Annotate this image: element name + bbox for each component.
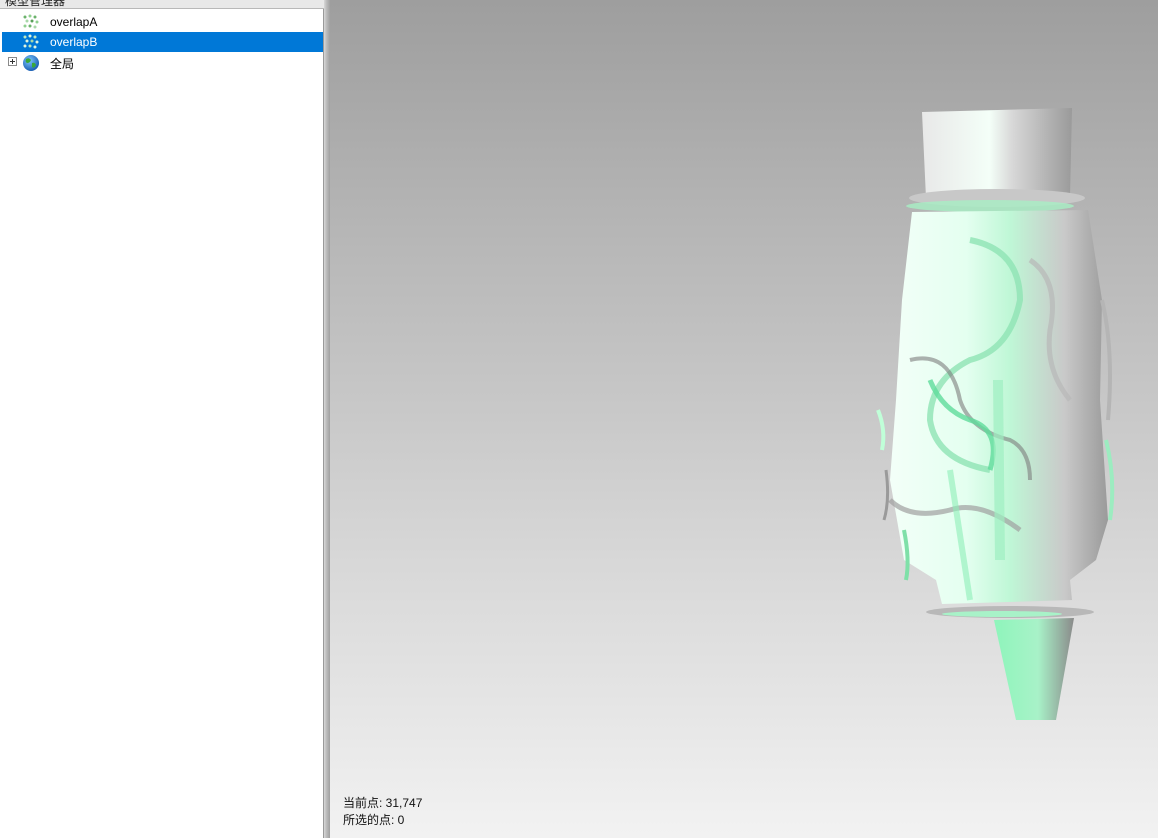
panel-pin-button[interactable]: ᛙ [292, 0, 302, 3]
tree-item-overlapB[interactable]: overlapB [2, 32, 323, 52]
point-cloud-icon [22, 14, 40, 30]
panel-menu-button[interactable]: ▾ [276, 0, 286, 3]
panel-close-button[interactable]: ✕ [308, 0, 318, 3]
status-readout: 当前点: 31,747 所选的点: 0 [343, 795, 422, 829]
panel-header: 模型管理器 ▾ ᛙ ✕ [0, 0, 324, 9]
point-cloud-icon [22, 34, 40, 50]
panel-title: 模型管理器 [5, 0, 66, 8]
tree-item-global[interactable]: 全局 [2, 52, 323, 72]
3d-viewport[interactable]: 当前点: 31,747 所选的点: 0 [330, 0, 1158, 838]
tree-item-label: overlapB [50, 35, 98, 49]
model-tree: overlapA overlapB 全局 [2, 12, 323, 72]
model-manager-panel: 模型管理器 ▾ ᛙ ✕ overlapA [0, 0, 324, 838]
tree-item-label: overlapA [50, 15, 98, 29]
current-points-text: 当前点: 31,747 [343, 796, 423, 810]
tree-item-label: 全局 [50, 57, 75, 71]
tree-item-overlapA[interactable]: overlapA [2, 12, 323, 32]
globe-icon [22, 54, 40, 71]
selected-points-text: 所选的点: 0 [343, 813, 405, 827]
point-cloud-model [876, 108, 1115, 720]
expand-plus-icon[interactable] [8, 57, 17, 66]
app-window: 模型管理器 ▾ ᛙ ✕ overlapA [0, 0, 1158, 838]
